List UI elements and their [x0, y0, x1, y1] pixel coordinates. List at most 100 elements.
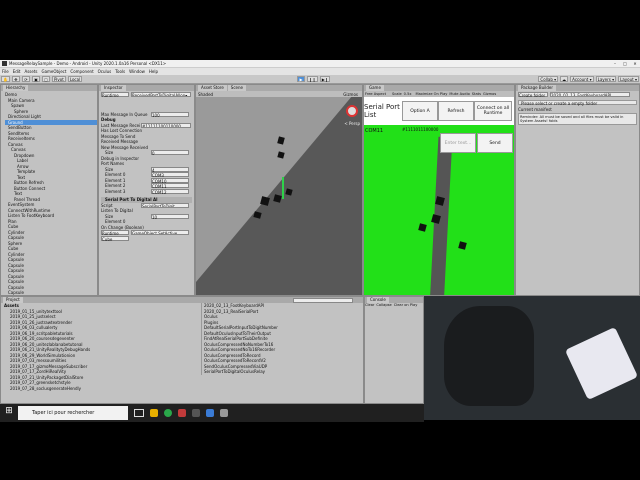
hierarchy-panel: Hierarchy Demo Main Camera Spawn Sphere Dire…	[0, 84, 98, 296]
menu-tools[interactable]: Tools	[115, 69, 125, 74]
rect-tool-icon[interactable]: ▢	[41, 76, 50, 82]
size-field[interactable]: 0	[151, 150, 189, 156]
app-icon[interactable]	[220, 409, 228, 417]
runtime-dropdown[interactable]: Runtime	[101, 92, 129, 98]
move-tool-icon[interactable]: ✥	[11, 76, 20, 82]
tab-asset-store[interactable]: Asset Store	[198, 85, 227, 91]
message-input-placeholder: Enter text...	[444, 140, 472, 146]
rotate-tool-icon[interactable]: ⟳	[21, 76, 30, 82]
menu-bar: File Edit Assets GameObject Component Oc…	[0, 68, 640, 75]
main-toolbar: ✋ ✥ ⟳ ▣ ▢ Pivot Local ▶ ❙❙ ▶❙ Collab ▾ ☁…	[0, 75, 640, 84]
layers-button[interactable]: Layers ▾	[595, 76, 617, 82]
scale-tool-icon[interactable]: ▣	[31, 76, 40, 82]
app-icon[interactable]	[150, 409, 158, 417]
folder-hint: Please select or create a empty folder	[518, 99, 637, 106]
element-3-label: Element 3	[105, 188, 126, 194]
tab-game[interactable]: Game	[366, 85, 384, 91]
menu-component[interactable]: Component	[70, 69, 93, 74]
tab-package-builder[interactable]: Package Builder	[518, 85, 556, 91]
pause-button[interactable]: ❙❙	[307, 76, 318, 82]
task-view-icon[interactable]	[134, 409, 144, 417]
script-field[interactable]: SerialPortToDigit	[141, 202, 189, 208]
stats-toggle[interactable]: Stats	[472, 92, 481, 96]
collab-button[interactable]: Collab ▾	[538, 76, 559, 82]
game-cube	[418, 223, 427, 232]
gizmos-dropdown[interactable]: Gizmos	[343, 92, 358, 97]
element-2-field[interactable]: COM11	[151, 183, 189, 189]
package-builder-panel: Package Builder Create folder 2020_02_13_…	[515, 84, 640, 296]
menu-gameobject[interactable]: GameObject	[41, 69, 66, 74]
menu-file[interactable]: File	[2, 69, 9, 74]
folder-field[interactable]: 2020_02_13_FootKeyboardAPI	[550, 92, 630, 98]
method-dropdown[interactable]: ReceivedPortToDigitalAllon▾	[131, 92, 191, 98]
queue-field[interactable]: 100	[151, 111, 189, 118]
tab-inspector[interactable]: Inspector	[101, 85, 126, 91]
account-button[interactable]: Account ▾	[570, 76, 594, 82]
console-collapse-button[interactable]: Collapse	[376, 303, 391, 307]
mute-audio-toggle[interactable]: Mute Audio	[449, 92, 469, 96]
scene-cube	[273, 194, 282, 203]
game-gizmos-toggle[interactable]: Gizmos	[483, 92, 496, 96]
project-folder-item[interactable]: 2019_07_28_soclusgenerateHendly	[4, 386, 201, 392]
hand-shape	[444, 306, 534, 406]
scene-viewport[interactable]: < Persp	[196, 97, 362, 295]
transform-gizmo-icon[interactable]	[282, 177, 284, 199]
maximize-icon[interactable]: □	[620, 61, 630, 66]
app-icon[interactable]	[206, 409, 214, 417]
connect-button[interactable]: Connect on all Runtime	[474, 101, 512, 121]
scene-cube	[285, 188, 293, 196]
menu-assets[interactable]: Assets	[24, 69, 37, 74]
app-icon[interactable]	[164, 409, 172, 417]
app-icon[interactable]	[192, 409, 200, 417]
scene-cube	[253, 211, 262, 219]
project-search-input[interactable]	[293, 297, 353, 303]
maximize-on-play-toggle[interactable]: Maximize On Play	[416, 92, 448, 96]
taskbar-search[interactable]: Taper ici pour rechercher	[18, 406, 128, 420]
tab-hierarchy[interactable]: Hierarchy	[3, 85, 29, 91]
layout-button[interactable]: Layout ▾	[618, 76, 639, 82]
step-button[interactable]: ▶❙	[319, 76, 331, 82]
cloud-icon[interactable]: ☁	[560, 76, 569, 82]
local-toggle[interactable]: Local	[67, 76, 83, 82]
element-1-field[interactable]: COM10	[151, 177, 189, 184]
scene-cube	[260, 196, 270, 206]
console-clear-button[interactable]: Clear	[365, 303, 374, 307]
taskbar: ⊞ Taper ici pour rechercher	[0, 404, 424, 422]
webcam-overlay	[424, 296, 640, 420]
last-message-field[interactable]: #11111100110000	[141, 122, 191, 128]
menu-help[interactable]: Help	[149, 69, 158, 74]
scale-value[interactable]: 0.5x	[404, 92, 412, 96]
console-clear-on-play-button[interactable]: Clear on Play	[394, 303, 418, 307]
gameobject-method-dropdown[interactable]: GameObject.SetActive	[131, 230, 189, 236]
menu-window[interactable]: Window	[129, 69, 145, 74]
message-input[interactable]: Enter text...	[440, 133, 476, 153]
scene-orientation-gizmo-icon[interactable]	[346, 105, 358, 117]
minimize-icon[interactable]: –	[610, 61, 620, 66]
com-port-label: COM11	[365, 128, 384, 134]
hand-tool-icon[interactable]: ✋	[1, 76, 10, 82]
game-viewport[interactable]: Serial Port List Option A Refresh Connec…	[364, 97, 514, 295]
title-bar: MessageRelaySample - Demo - Android - Un…	[0, 60, 640, 68]
listen-size-field[interactable]: 10	[151, 213, 189, 220]
tab-scene[interactable]: Scene	[227, 85, 246, 91]
cube-object-field[interactable]: Cube	[101, 235, 129, 242]
send-button[interactable]: Send	[477, 133, 513, 153]
console-panel: Console Clear Collapse Clear on Play	[364, 296, 424, 404]
refresh-button[interactable]: Refresh	[438, 101, 474, 121]
play-button[interactable]: ▶	[297, 76, 305, 82]
option-dropdown[interactable]: Option A	[402, 101, 438, 121]
port-size-field[interactable]: 4	[151, 166, 189, 173]
windows-start-icon[interactable]: ⊞	[2, 406, 16, 420]
pivot-toggle[interactable]: Pivot	[51, 76, 66, 82]
create-folder-button[interactable]: Create folder	[518, 92, 548, 98]
app-icon[interactable]	[178, 409, 186, 417]
shaded-dropdown[interactable]: Shaded	[198, 92, 213, 97]
project-asset-item[interactable]: SerialPortToDigitalOculusRelay	[204, 369, 361, 375]
element-3-field[interactable]: COM12	[151, 188, 189, 195]
menu-oculus[interactable]: Oculus	[98, 69, 112, 74]
aspect-dropdown[interactable]: Free Aspect	[365, 92, 386, 96]
close-icon[interactable]: ✕	[630, 61, 640, 66]
element-0-field[interactable]: COM3	[151, 172, 189, 178]
menu-edit[interactable]: Edit	[13, 69, 21, 74]
runtime2-dropdown[interactable]: Runtime	[101, 230, 129, 236]
